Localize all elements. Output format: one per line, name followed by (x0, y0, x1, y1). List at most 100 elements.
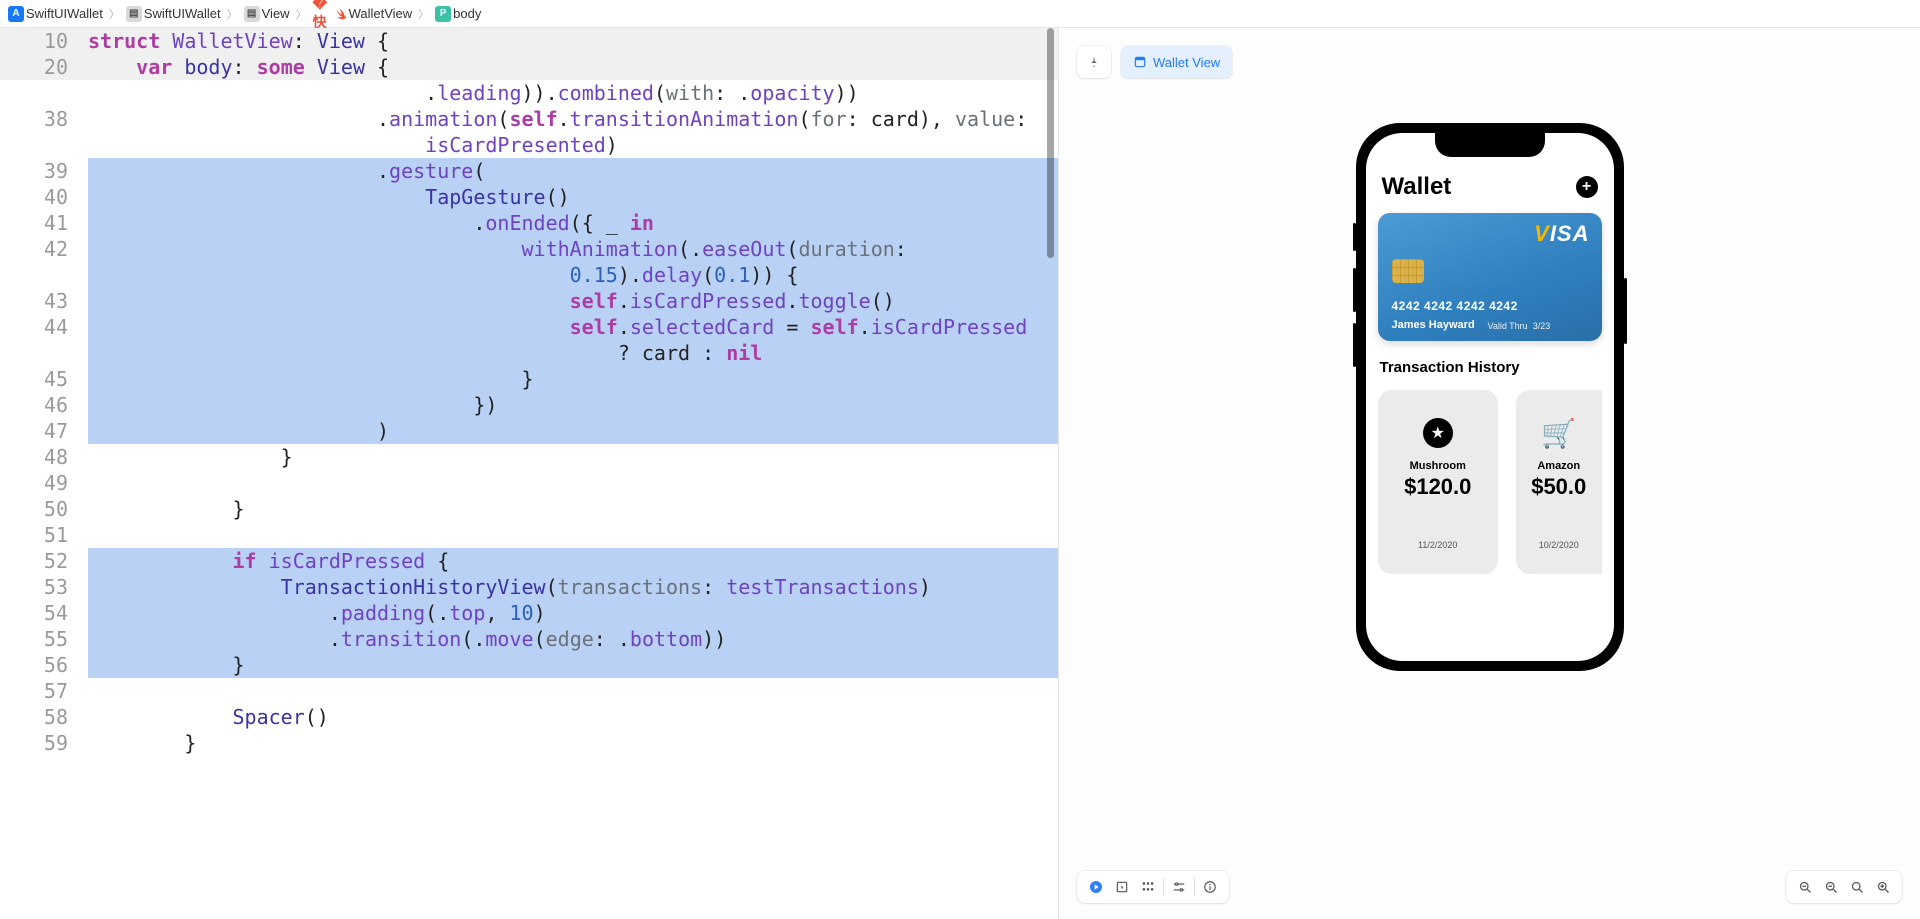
code-line[interactable]: .onEnded({ _ in (88, 210, 1058, 236)
line-number: 40 (0, 184, 88, 210)
breadcrumb-project[interactable]: SwiftUIWallet (26, 6, 103, 21)
line-number: 47 (0, 418, 88, 444)
line-number: 46 (0, 392, 88, 418)
code-line[interactable]: self.selectedCard = self.isCardPressed (88, 314, 1058, 340)
pin-button[interactable] (1077, 46, 1111, 78)
app-icon (1133, 55, 1147, 69)
code-line[interactable]: .animation(self.transitionAnimation(for:… (88, 106, 1039, 132)
line-number: 54 (0, 600, 88, 626)
transaction-tile[interactable]: ★ Mushroom $120.0 11/2/2020 (1378, 390, 1498, 574)
zoom-actual-button[interactable] (1844, 876, 1870, 898)
code-line[interactable]: } (88, 652, 1058, 678)
date-label: 11/2/2020 (1418, 540, 1457, 550)
transaction-tile[interactable]: 🛒Amazon$50.010/2/2020 (1516, 390, 1602, 574)
chevron-right-icon: 〉 (223, 6, 242, 22)
sliders-icon (1171, 880, 1187, 894)
code-line[interactable]: }) (88, 392, 1058, 418)
code-line[interactable]: self.isCardPressed.toggle() (88, 288, 1058, 314)
star-icon: ★ (1423, 418, 1453, 448)
line-number: 39 (0, 158, 88, 184)
code-line[interactable]: .leading)).combined(with: .opacity)) (88, 80, 859, 106)
card-holder: James Hayward (1392, 319, 1475, 331)
line-number: 41 (0, 210, 88, 236)
card-chip-icon (1392, 259, 1424, 283)
breadcrumb-target[interactable]: SwiftUIWallet (144, 6, 221, 21)
wallet-title: Wallet (1382, 173, 1452, 201)
code-line[interactable]: Spacer() (88, 704, 329, 730)
zoom-in-icon (1876, 880, 1891, 895)
preview-label: Wallet View (1153, 55, 1220, 70)
breadcrumb-bar[interactable]: A SwiftUIWallet 〉 ▤ SwiftUIWallet 〉 ▤ Vi… (0, 0, 1920, 28)
add-card-button[interactable]: + (1576, 176, 1598, 198)
line-number: 50 (0, 496, 88, 522)
scrollbar[interactable] (1047, 28, 1054, 258)
code-line[interactable]: isCardPresented) (88, 132, 618, 158)
card-valid: Valid Thru 3/23 (1488, 321, 1551, 331)
breadcrumb-file[interactable]: WalletView (349, 6, 413, 21)
folder-icon: ▤ (244, 6, 260, 22)
grid-icon (1140, 880, 1156, 894)
preview-selector[interactable]: Wallet View (1121, 46, 1232, 78)
code-line[interactable]: } (88, 496, 245, 522)
chevron-right-icon: 〉 (105, 6, 124, 22)
code-line[interactable]: if isCardPressed { (88, 548, 1058, 574)
amount-label: $50.0 (1531, 474, 1586, 500)
project-icon: A (8, 6, 24, 22)
swift-file-icon: �快 (313, 6, 329, 22)
code-line[interactable]: TransactionHistoryView(transactions: tes… (88, 574, 1058, 600)
line-number (0, 132, 88, 158)
transaction-list: ★Mushroom$120.011/2/2020🛒Amazon$50.010/2… (1378, 390, 1602, 574)
line-number: 57 (0, 678, 88, 704)
breadcrumb-symbol[interactable]: body (453, 6, 481, 21)
line-number: 55 (0, 626, 88, 652)
zoom-controls (1786, 871, 1902, 903)
app-screen[interactable]: Wallet + VISA 4242 4242 4242 4242 James … (1366, 133, 1614, 661)
merchant-label: Mushroom (1410, 460, 1466, 472)
code-line[interactable]: ) (88, 418, 1058, 444)
code-line[interactable]: var body: some View { (88, 54, 389, 80)
code-line[interactable]: TapGesture() (88, 184, 1058, 210)
line-number: 48 (0, 444, 88, 470)
pin-icon (1089, 55, 1099, 69)
code-line[interactable]: } (88, 444, 293, 470)
line-number: 49 (0, 470, 88, 496)
code-line[interactable]: } (88, 366, 1058, 392)
amount-label: $120.0 (1404, 474, 1471, 500)
code-line[interactable]: ? card : nil (88, 340, 1058, 366)
code-line[interactable]: withAnimation(.easeOut(duration: (88, 236, 1058, 262)
line-number: 58 (0, 704, 88, 730)
line-number: 10 (0, 28, 88, 54)
variants-button[interactable] (1135, 876, 1161, 898)
code-line[interactable]: .gesture( (88, 158, 1058, 184)
zoom-in-button[interactable] (1870, 876, 1896, 898)
code-line[interactable]: .padding(.top, 10) (88, 600, 1058, 626)
line-number (0, 262, 88, 288)
zoom-out-full-button[interactable] (1792, 876, 1818, 898)
code-line[interactable]: struct WalletView: View { (88, 28, 389, 54)
line-number: 43 (0, 288, 88, 314)
line-number (0, 340, 88, 366)
zoom-out-icon (1798, 880, 1813, 895)
line-number: 20 (0, 54, 88, 80)
line-number: 52 (0, 548, 88, 574)
zoom-reset-icon (1850, 880, 1865, 895)
device-notch (1435, 131, 1545, 157)
merchant-label: Amazon (1537, 460, 1580, 472)
date-label: 10/2/2020 (1539, 540, 1579, 550)
accessibility-button[interactable] (1197, 876, 1223, 898)
breadcrumb-group[interactable]: View (262, 6, 290, 21)
line-number: 53 (0, 574, 88, 600)
folder-icon: ▤ (126, 6, 142, 22)
device-settings-button[interactable] (1166, 876, 1192, 898)
zoom-out-button[interactable] (1818, 876, 1844, 898)
selectable-button[interactable] (1109, 876, 1135, 898)
code-line[interactable]: } (88, 730, 196, 756)
code-line[interactable]: 0.15).delay(0.1)) { (88, 262, 1058, 288)
card-number: 4242 4242 4242 4242 (1392, 299, 1518, 313)
code-editor[interactable]: 10struct WalletView: View {20 var body: … (0, 28, 1059, 919)
live-preview-button[interactable] (1083, 876, 1109, 898)
code-line[interactable]: .transition(.move(edge: .bottom)) (88, 626, 1058, 652)
credit-card[interactable]: VISA 4242 4242 4242 4242 James Hayward V… (1378, 213, 1602, 341)
line-number: 44 (0, 314, 88, 340)
device-frame: Wallet + VISA 4242 4242 4242 4242 James … (1356, 123, 1624, 671)
